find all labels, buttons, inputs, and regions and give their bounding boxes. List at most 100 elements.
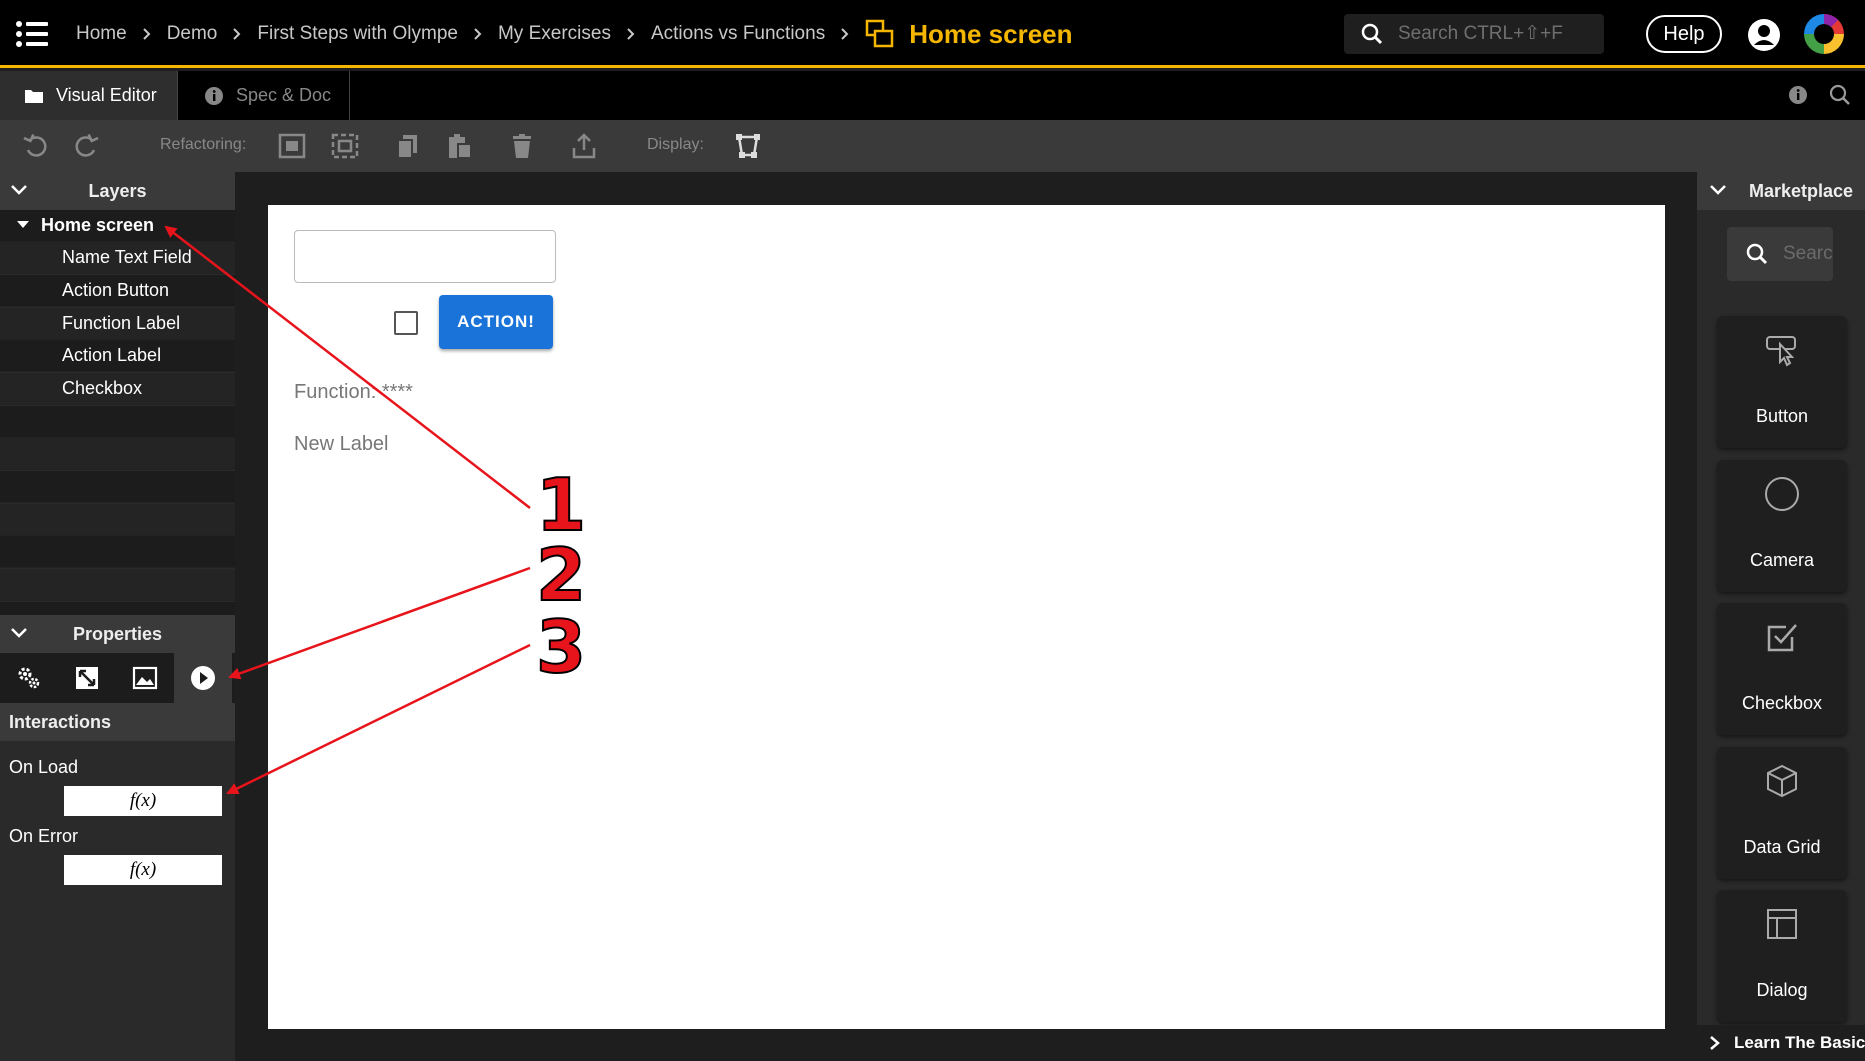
breadcrumb-my-exercises[interactable]: My Exercises [498, 23, 611, 45]
layer-item[interactable]: Checkbox [0, 373, 235, 405]
function-label: Function: **** [294, 381, 413, 403]
info-icon [205, 86, 223, 105]
wrap-in-container-icon[interactable] [278, 132, 306, 160]
layer-item[interactable]: Action Button [0, 275, 235, 307]
layer-item[interactable]: Function Label [0, 308, 235, 340]
marketplace-item-camera[interactable]: Camera [1717, 460, 1847, 592]
delete-icon[interactable] [508, 132, 536, 160]
paste-icon[interactable] [446, 132, 474, 160]
search-icon [1746, 243, 1768, 265]
dialog-icon [1767, 909, 1797, 939]
circle-icon [1765, 477, 1799, 511]
marketplace-item-label: Button [1755, 406, 1809, 426]
help-button[interactable]: Help [1646, 15, 1722, 53]
annotation-number-3: 3 [535, 604, 587, 690]
search-icon [1361, 23, 1383, 45]
empty-layer-row [0, 569, 235, 601]
chevron-right-icon [142, 28, 151, 40]
marketplace-search-input[interactable] [1783, 243, 1833, 265]
design-canvas: ACTION! Function: **** New Label [268, 205, 1665, 1029]
chevron-right-icon [233, 28, 241, 40]
menu-icon[interactable] [14, 16, 50, 52]
search-icon[interactable] [1828, 83, 1852, 107]
on-error-function-button[interactable]: f(x) [64, 855, 222, 885]
learn-the-basics-label: Learn The Basics [1734, 1033, 1865, 1052]
layer-item-label: Action Label [62, 345, 162, 365]
chevron-right-icon [474, 28, 482, 40]
editor-tab-bar: Visual Editor Spec & Doc [0, 71, 1865, 120]
screen-icon [865, 19, 894, 48]
breadcrumb-demo[interactable]: Demo [167, 23, 218, 45]
on-error-label: On Error [9, 826, 79, 846]
properties-tab-settings[interactable] [0, 653, 58, 703]
marketplace-header[interactable]: Marketplace [1697, 172, 1865, 210]
breadcrumb: Home Demo First Steps with Olympe My Exe… [76, 0, 1073, 68]
chevron-down-icon [11, 628, 27, 638]
global-search-input[interactable] [1398, 23, 1598, 45]
properties-tab-interactions[interactable] [174, 653, 232, 703]
marketplace-panel: Marketplace Button Camera Checkbox Data … [1697, 172, 1865, 1061]
layer-item-label: Action Button [62, 280, 170, 300]
image-icon [132, 666, 158, 690]
properties-title: Properties [72, 623, 163, 644]
chevron-right-icon [841, 28, 849, 40]
resize-icon [76, 667, 98, 689]
chevron-down-icon [1710, 185, 1726, 195]
name-text-field[interactable] [294, 230, 556, 283]
olympe-logo-icon [1800, 10, 1848, 58]
global-search[interactable] [1344, 14, 1604, 54]
empty-layer-row [0, 471, 235, 503]
checkbox-icon [1767, 624, 1797, 652]
marketplace-item-label: Checkbox [1741, 693, 1823, 713]
page-title: Home screen [865, 19, 1073, 50]
marketplace-item-checkbox[interactable]: Checkbox [1717, 603, 1847, 735]
action-label: New Label [294, 433, 389, 455]
properties-tab-size[interactable] [58, 653, 116, 703]
tab-visual-editor[interactable]: Visual Editor [0, 71, 178, 120]
marketplace-search[interactable] [1727, 227, 1833, 281]
unwrap-icon[interactable] [330, 132, 359, 160]
on-load-label: On Load [9, 757, 79, 777]
marketplace-item-label: Camera [1749, 550, 1815, 570]
layer-root-label: Home screen [41, 215, 155, 235]
play-circle-icon [191, 666, 215, 690]
on-load-function-button[interactable]: f(x) [64, 786, 222, 816]
top-bar: Home Demo First Steps with Olympe My Exe… [0, 0, 1865, 68]
checkbox[interactable] [394, 311, 418, 335]
left-panel: Layers Home screen Name Text Field Actio… [0, 172, 235, 1061]
layer-item[interactable]: Name Text Field [0, 242, 235, 274]
layer-item-label: Function Label [62, 313, 181, 333]
tab-spec-doc[interactable]: Spec & Doc [180, 71, 350, 120]
user-account-icon[interactable] [1747, 18, 1781, 52]
marketplace-item-data-grid[interactable]: Data Grid [1717, 747, 1847, 879]
info-icon[interactable] [1788, 85, 1808, 105]
properties-panel-header[interactable]: Properties [0, 615, 235, 653]
action-button[interactable]: ACTION! [439, 295, 553, 349]
undo-icon[interactable] [22, 132, 50, 160]
layers-panel-header[interactable]: Layers [0, 172, 235, 210]
layers-title: Layers [88, 180, 147, 201]
display-label: Display: [647, 136, 704, 153]
redo-icon[interactable] [72, 132, 100, 160]
learn-the-basics-section[interactable]: Learn The Basics [1697, 1025, 1865, 1061]
properties-tab-style[interactable] [116, 653, 174, 703]
layer-root-home-screen[interactable]: Home screen [0, 210, 235, 242]
copy-icon[interactable] [394, 132, 422, 160]
tab-spec-doc-label: Spec & Doc [236, 85, 332, 105]
export-icon[interactable] [570, 132, 598, 160]
layer-item[interactable]: Action Label [0, 340, 235, 372]
cube-icon [1767, 764, 1797, 798]
marketplace-item-label: Dialog [1756, 980, 1808, 1000]
display-mode-icon[interactable] [734, 132, 762, 160]
marketplace-item-dialog[interactable]: Dialog [1717, 890, 1847, 1022]
layer-item-label: Checkbox [62, 378, 143, 398]
breadcrumb-home[interactable]: Home [76, 23, 127, 45]
breadcrumb-actions-vs-functions[interactable]: Actions vs Functions [651, 23, 825, 45]
refactoring-label: Refactoring: [160, 136, 247, 153]
breadcrumb-first-steps[interactable]: First Steps with Olympe [257, 23, 458, 45]
tab-visual-editor-label: Visual Editor [56, 85, 157, 105]
cursor-click-icon [1766, 336, 1796, 367]
chevron-down-icon [11, 185, 27, 195]
marketplace-item-button[interactable]: Button [1717, 316, 1847, 448]
empty-layer-row [0, 406, 235, 438]
